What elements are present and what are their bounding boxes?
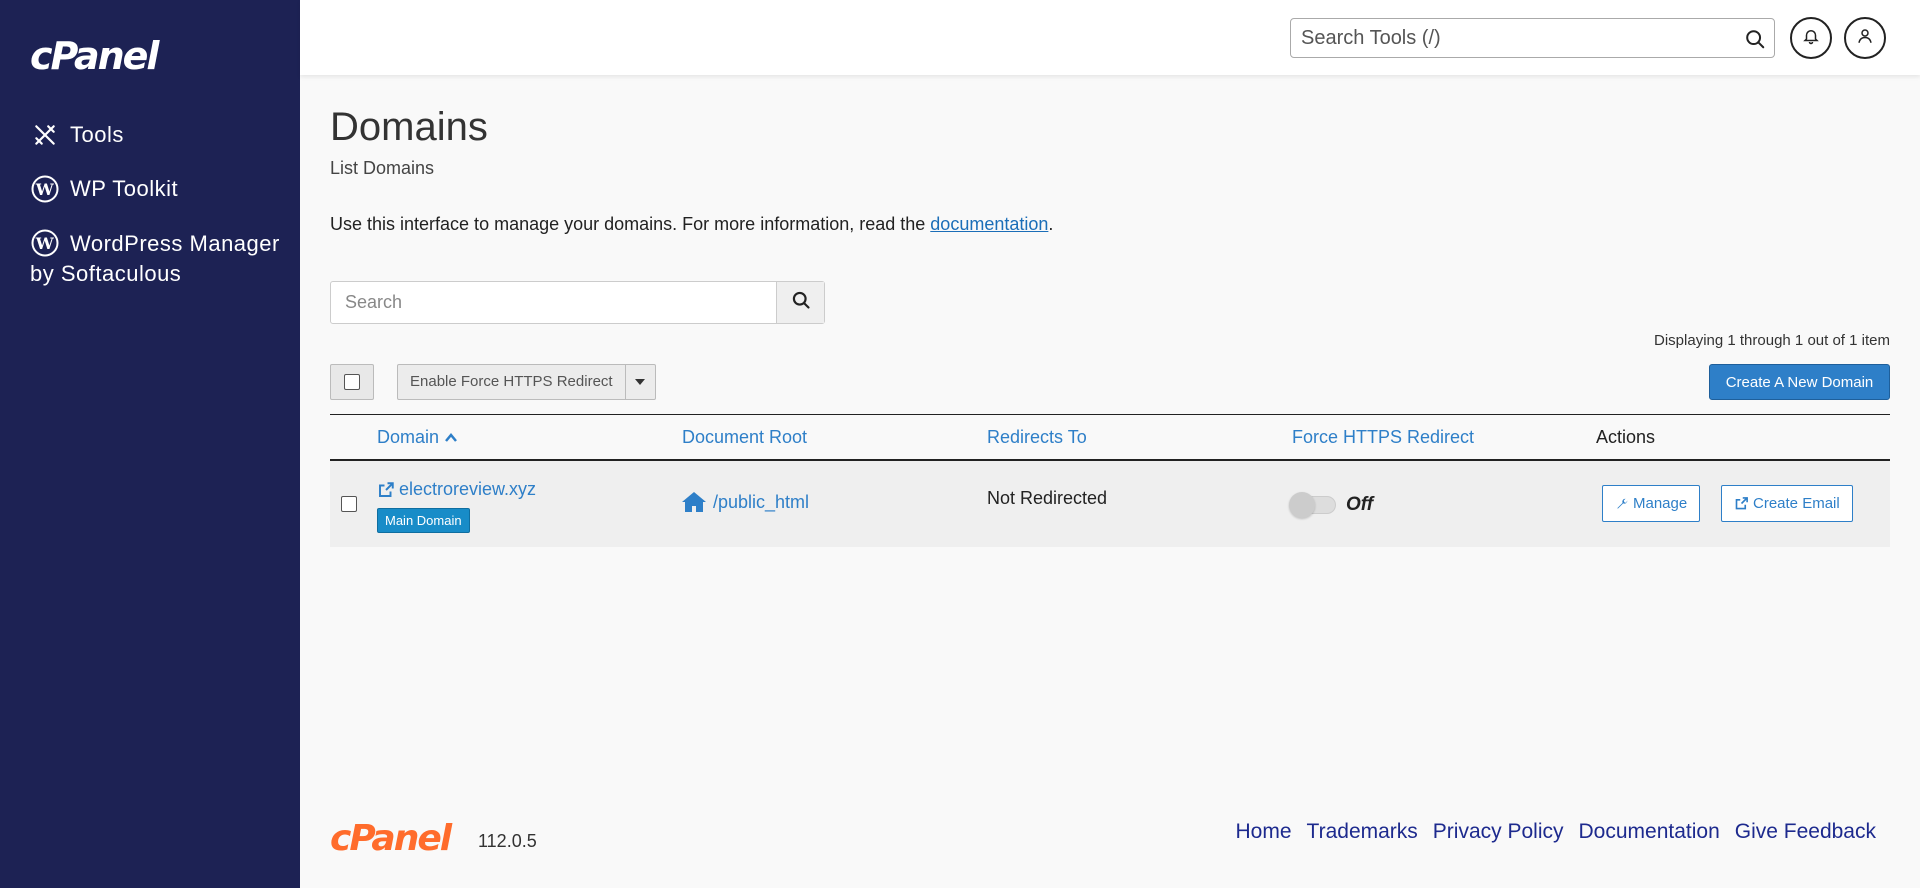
docroot-path: /public_html [713,491,810,512]
svg-text:W: W [35,180,55,199]
bulk-action-dropdown[interactable]: Enable Force HTTPS Redirect [397,364,656,400]
footer-link-documentation[interactable]: Documentation [1579,820,1720,844]
footer-links: Home Trademarks Privacy Policy Documenta… [1236,820,1876,844]
sidebar-nav: Tools W WP Toolkit W WordPress Manager b… [30,120,290,313]
redirect-status: Not Redirected [987,488,1108,508]
documentation-link[interactable]: documentation [930,214,1048,234]
footer-link-feedback[interactable]: Give Feedback [1735,820,1876,844]
domain-link[interactable]: electroreview.xyz [377,479,536,500]
intro-text: Use this interface to manage your domain… [330,214,1053,235]
main-domain-badge: Main Domain [377,508,470,533]
force-https-toggle[interactable]: Off [1289,492,1374,518]
bulk-action-label[interactable]: Enable Force HTTPS Redirect [398,365,625,399]
top-header [300,0,1920,75]
page-subtitle: List Domains [330,158,435,178]
footer-link-home[interactable]: Home [1236,820,1292,844]
user-menu-button[interactable] [1844,17,1886,59]
external-link-icon [1735,497,1748,510]
home-icon [682,492,706,512]
tool-search-input[interactable] [1291,19,1711,57]
sidebar-item-wordpress-manager[interactable]: W WordPress Manager by Softaculous [30,228,290,289]
footer-link-trademarks[interactable]: Trademarks [1307,820,1418,844]
toggle-knob[interactable] [1289,492,1315,518]
intro-end: . [1048,214,1054,234]
column-actions: Actions [1596,427,1656,447]
version-number: 112.0.5 [478,831,537,851]
column-domain-label: Domain [377,427,440,447]
column-force-https[interactable]: Force HTTPS Redirect [1292,427,1474,448]
svg-text:W: W [35,234,55,253]
footer-cpanel-logo: cPanel [330,818,452,859]
footer-link-privacy[interactable]: Privacy Policy [1433,820,1564,844]
sidebar-item-wp-toolkit[interactable]: W WP Toolkit [30,174,290,204]
user-icon [1856,27,1874,50]
create-domain-button[interactable]: Create A New Domain [1709,364,1890,400]
search-icon[interactable] [1744,28,1766,50]
select-all-checkbox[interactable] [344,374,360,390]
cpanel-logo[interactable]: cPanel [30,34,159,78]
sort-asc-icon [445,433,458,442]
sidebar: cPanel Tools W WP Toolkit W WordPress Ma… [0,0,300,888]
toggle-state: Off [1346,494,1374,515]
external-link-icon [379,481,394,497]
create-email-button[interactable]: Create Email [1721,485,1853,522]
intro-sentence: Use this interface to manage your domain… [330,214,931,234]
wrench-icon [1617,498,1628,509]
wordpress-icon: W [30,174,60,204]
caret-down-icon[interactable] [624,365,655,399]
sidebar-item-label: WordPress Manager by Softaculous [30,231,280,286]
domains-table: Domain Document Root Redirects To Force … [330,414,1890,547]
pagination-summary: Displaying 1 through 1 out of 1 item [1654,332,1890,349]
bell-icon [1802,27,1820,50]
search-button[interactable] [776,282,824,323]
table-header: Domain Document Root Redirects To Force … [330,414,1890,461]
sidebar-item-label: WP Toolkit [70,176,179,201]
tool-search [1290,18,1775,58]
manage-label: Manage [1633,495,1688,512]
domain-cell: electroreview.xyz Main Domain [377,479,536,533]
column-redirects-to[interactable]: Redirects To [987,427,1087,448]
toggle-track[interactable] [1289,492,1336,518]
domain-name: electroreview.xyz [399,479,537,499]
page-title: Domains [330,105,488,149]
table-row: electroreview.xyz Main Domain /public_ht… [330,461,1890,547]
search-icon [791,290,811,315]
tools-icon [30,120,60,150]
domain-search [330,281,825,324]
domain-search-input[interactable] [331,282,776,323]
docroot-link[interactable]: /public_html [682,491,809,513]
wordpress-icon: W [30,228,60,258]
create-email-label: Create Email [1753,495,1840,512]
select-all-button[interactable] [330,364,374,400]
column-document-root[interactable]: Document Root [682,427,807,448]
notifications-button[interactable] [1790,17,1832,59]
sidebar-item-tools[interactable]: Tools [30,120,290,150]
manage-button[interactable]: Manage [1602,485,1701,522]
row-checkbox[interactable] [341,496,357,512]
column-domain[interactable]: Domain [377,427,458,448]
sidebar-item-label: Tools [70,122,124,147]
